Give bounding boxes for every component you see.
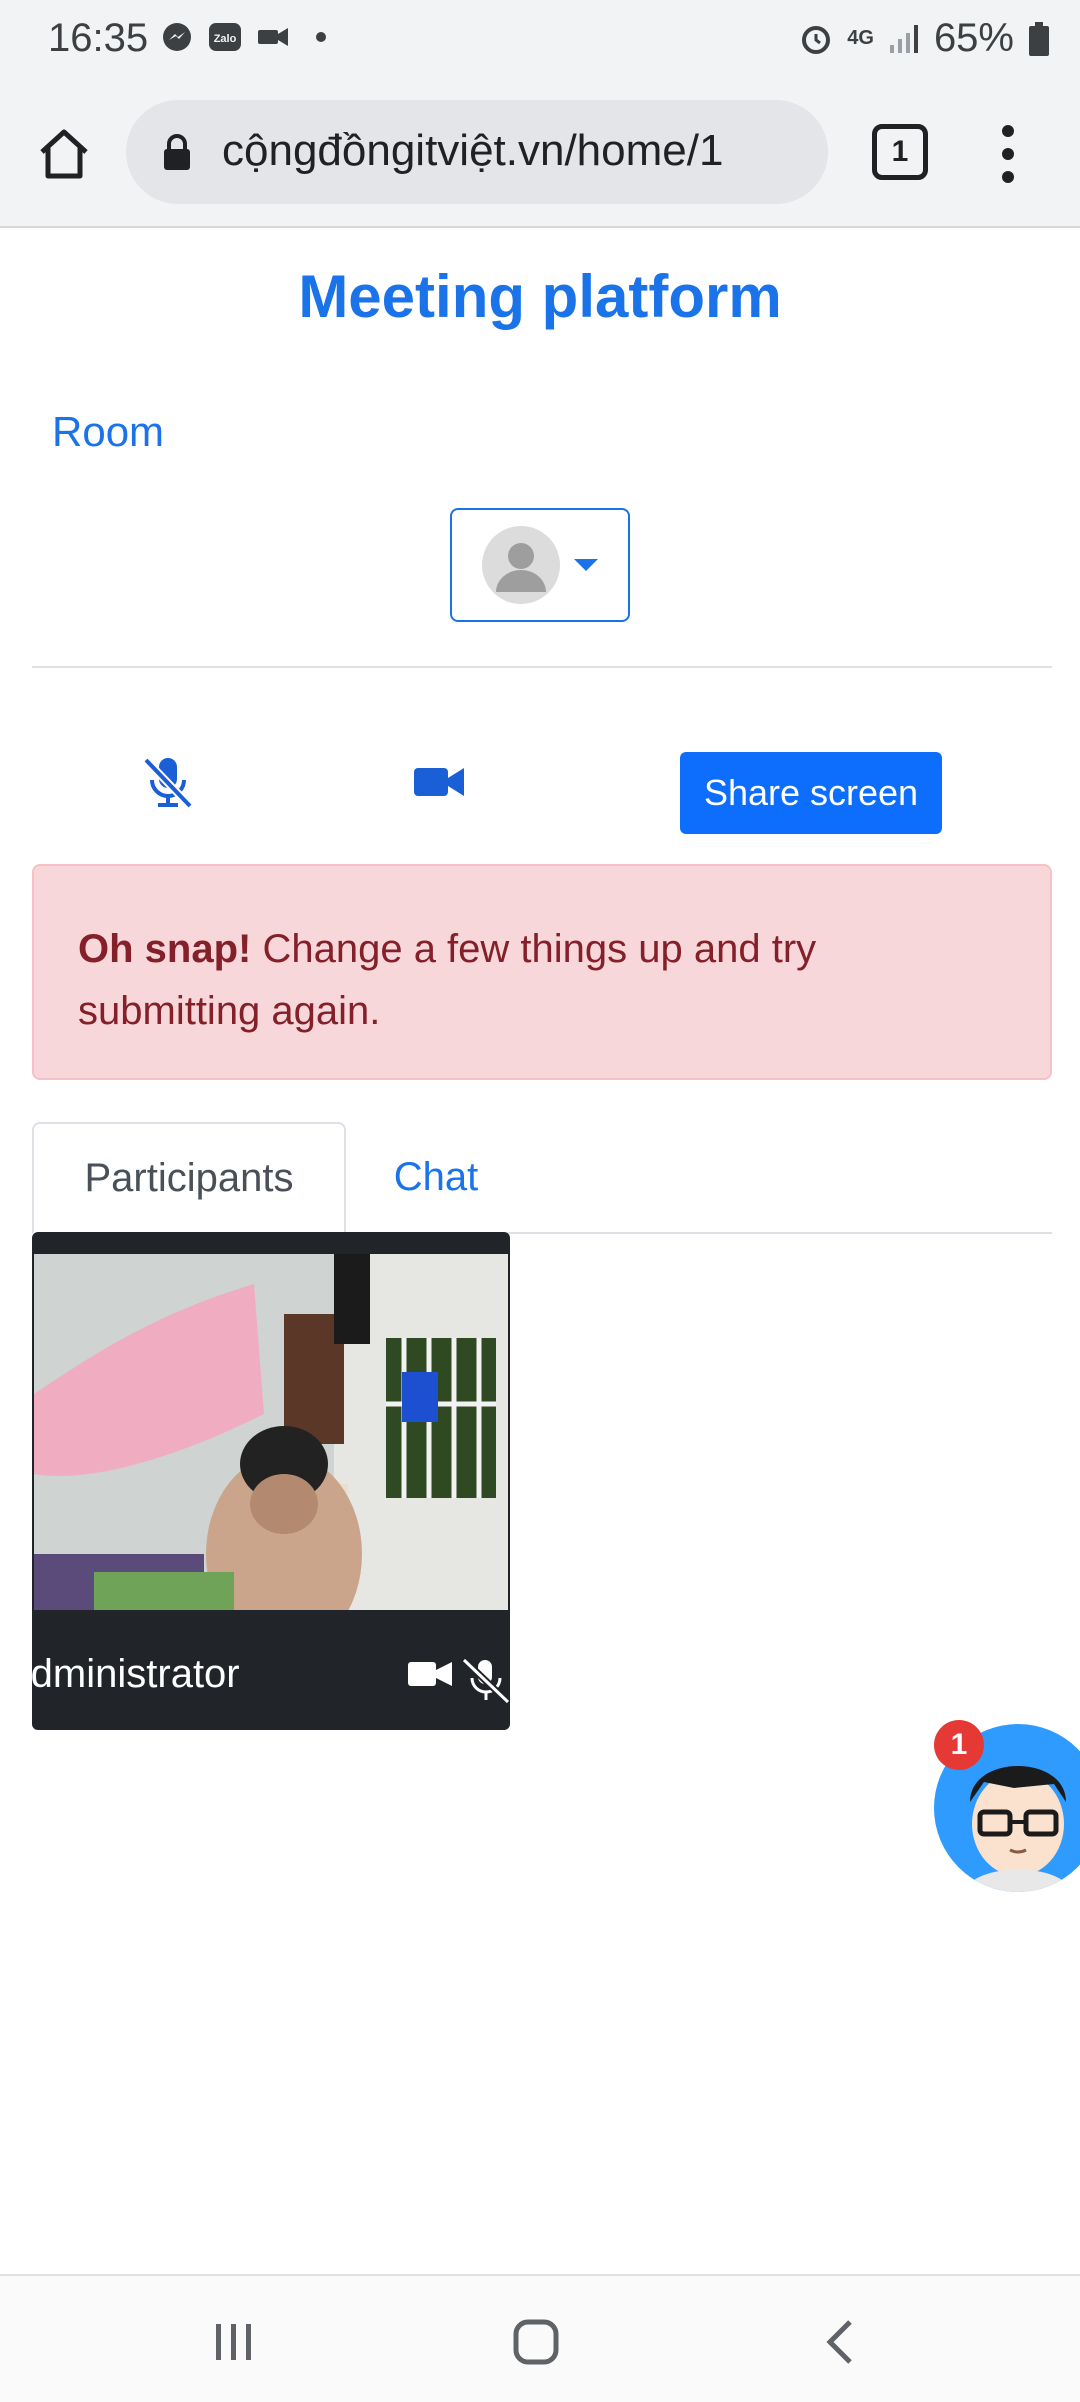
video-camera-icon: [414, 768, 464, 796]
tab-switcher-button[interactable]: 1: [872, 124, 928, 180]
notification-badge: 1: [934, 1720, 984, 1770]
mic-muted-icon: [461, 1657, 511, 1704]
recent-apps-icon[interactable]: [212, 2320, 256, 2364]
status-bar: 16:35 Zalo 4G 65%: [0, 0, 1080, 80]
page-title: Meeting platform: [298, 263, 782, 330]
participant-video: [34, 1254, 508, 1610]
alert-title: Oh snap!: [78, 927, 252, 971]
notification-icons: Zalo: [160, 20, 338, 54]
signal-icon: [889, 24, 918, 53]
divider: [32, 666, 1052, 668]
mute-toggle-button[interactable]: [138, 752, 198, 812]
lock-icon: [164, 134, 190, 170]
home-icon: [40, 129, 88, 179]
chevron-down-icon: [574, 559, 598, 571]
status-time: 16:35: [48, 16, 149, 60]
address-bar[interactable]: cộngđồngitviệt.vn/home/1: [126, 100, 828, 204]
room-link[interactable]: Room: [52, 408, 164, 456]
tab-participants[interactable]: Participants: [32, 1122, 346, 1234]
battery-level: 65%: [933, 16, 1014, 60]
network-type: 4G: [847, 27, 874, 49]
video-call-icon: [256, 20, 290, 54]
zalo-icon: Zalo: [208, 20, 242, 54]
menu-dots-icon[interactable]: [988, 120, 1028, 188]
nav-home-icon[interactable]: [510, 2316, 562, 2368]
participant-status-icons: [406, 1656, 512, 1704]
messenger-icon: [160, 20, 194, 54]
tab-bar: Participants Chat: [32, 1122, 1052, 1234]
battery-icon: [1029, 21, 1049, 56]
participant-name: Administrator: [4, 1652, 240, 1696]
alarm-icon: [802, 25, 831, 54]
status-right: 4G 65%: [799, 16, 1050, 61]
camera-toggle-button[interactable]: [410, 752, 470, 812]
dot-icon: [304, 20, 338, 54]
url-text: cộngđồngitviệt.vn/home/1: [222, 126, 724, 175]
back-icon[interactable]: [818, 2316, 862, 2368]
error-alert: Oh snap! Change a few things up and try …: [32, 864, 1052, 1080]
tab-chat[interactable]: Chat: [346, 1122, 526, 1232]
system-nav-bar: [0, 2274, 1080, 2402]
user-dropdown-button[interactable]: [450, 508, 630, 622]
mic-muted-icon: [143, 757, 193, 809]
browser-toolbar: cộngđồngitviệt.vn/home/1 1: [0, 80, 1080, 228]
video-camera-icon: [408, 1662, 452, 1686]
share-screen-button[interactable]: Share screen: [680, 752, 942, 834]
svg-text:Zalo: Zalo: [214, 33, 237, 45]
home-button[interactable]: [30, 120, 98, 188]
avatar-icon: [482, 526, 560, 604]
chat-head-bubble[interactable]: 1: [934, 1720, 1080, 1894]
